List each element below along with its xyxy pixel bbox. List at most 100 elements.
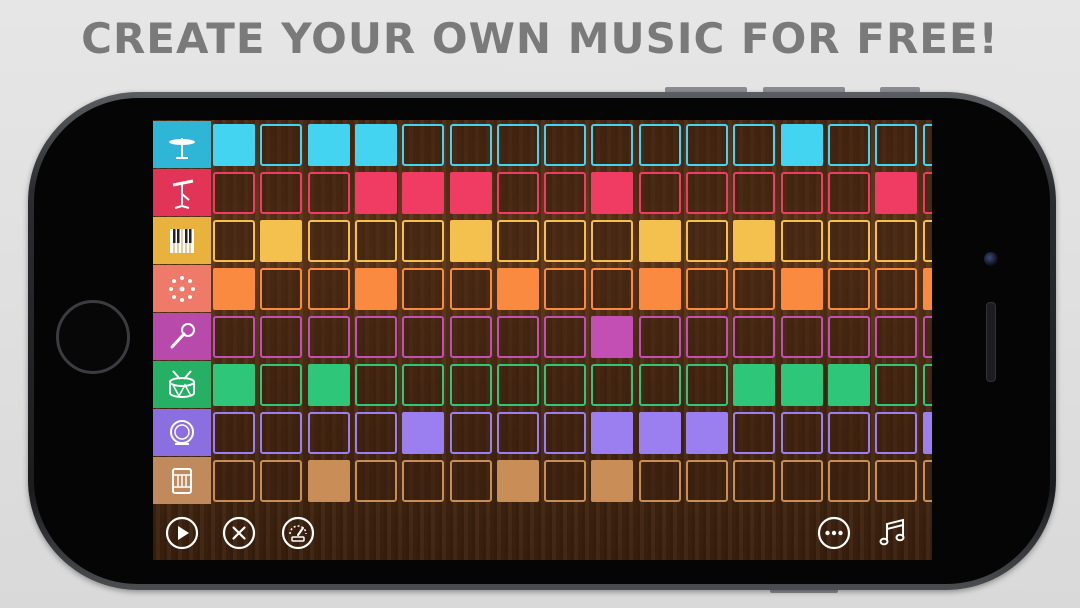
- step-pad[interactable]: [638, 460, 681, 502]
- step-pad[interactable]: [591, 316, 634, 358]
- step-pad[interactable]: [638, 172, 681, 214]
- step-pad[interactable]: [827, 172, 870, 214]
- step-pad[interactable]: [827, 364, 870, 406]
- step-pad[interactable]: [922, 460, 932, 502]
- instrument-tab-synth[interactable]: [153, 265, 211, 312]
- step-pad[interactable]: [922, 412, 932, 454]
- step-pad[interactable]: [402, 412, 445, 454]
- step-pad[interactable]: [686, 460, 728, 502]
- step-pad[interactable]: [354, 316, 397, 358]
- step-pad[interactable]: [260, 172, 303, 214]
- step-pad[interactable]: [544, 412, 587, 454]
- music-library-button[interactable]: [875, 516, 909, 550]
- step-pad[interactable]: [544, 316, 587, 358]
- step-pad[interactable]: [591, 460, 634, 502]
- step-pad[interactable]: [260, 220, 303, 262]
- step-pad[interactable]: [733, 220, 776, 262]
- step-pad[interactable]: [402, 316, 445, 358]
- step-pad[interactable]: [733, 172, 776, 214]
- step-pad[interactable]: [260, 316, 303, 358]
- step-pad[interactable]: [213, 460, 255, 502]
- step-pad[interactable]: [354, 172, 397, 214]
- step-pad[interactable]: [638, 124, 681, 166]
- step-pad[interactable]: [449, 172, 492, 214]
- step-pad[interactable]: [733, 316, 776, 358]
- more-button[interactable]: [817, 516, 851, 550]
- step-pad[interactable]: [686, 268, 728, 310]
- step-pad[interactable]: [875, 124, 918, 166]
- step-pad[interactable]: [544, 364, 587, 406]
- instrument-tab-bass-drum[interactable]: [153, 457, 211, 504]
- step-pad[interactable]: [260, 124, 303, 166]
- step-pad[interactable]: [922, 364, 932, 406]
- step-pad[interactable]: [638, 220, 681, 262]
- step-pad[interactable]: [496, 124, 539, 166]
- step-pad[interactable]: [733, 268, 776, 310]
- step-pad[interactable]: [733, 460, 776, 502]
- step-pad[interactable]: [591, 220, 634, 262]
- step-pad[interactable]: [496, 412, 539, 454]
- step-pad[interactable]: [402, 460, 445, 502]
- step-pad[interactable]: [496, 460, 539, 502]
- step-pad[interactable]: [307, 460, 350, 502]
- step-pad[interactable]: [827, 124, 870, 166]
- step-pad[interactable]: [875, 268, 918, 310]
- step-pad[interactable]: [591, 172, 634, 214]
- step-pad[interactable]: [638, 316, 681, 358]
- step-pad[interactable]: [686, 316, 728, 358]
- step-pad[interactable]: [307, 316, 350, 358]
- step-pad[interactable]: [213, 220, 255, 262]
- step-pad[interactable]: [780, 460, 823, 502]
- step-pad[interactable]: [307, 172, 350, 214]
- step-pad[interactable]: [922, 220, 932, 262]
- step-pad[interactable]: [827, 316, 870, 358]
- step-pad[interactable]: [449, 268, 492, 310]
- step-pad[interactable]: [591, 268, 634, 310]
- step-pad[interactable]: [449, 316, 492, 358]
- step-pad[interactable]: [402, 364, 445, 406]
- step-pad[interactable]: [544, 124, 587, 166]
- step-pad[interactable]: [307, 124, 350, 166]
- step-pad[interactable]: [496, 268, 539, 310]
- step-pad[interactable]: [780, 412, 823, 454]
- step-pad[interactable]: [260, 412, 303, 454]
- step-pad[interactable]: [827, 412, 870, 454]
- step-pad[interactable]: [213, 412, 255, 454]
- step-pad[interactable]: [496, 316, 539, 358]
- step-pad[interactable]: [307, 268, 350, 310]
- step-pad[interactable]: [827, 220, 870, 262]
- step-pad[interactable]: [733, 364, 776, 406]
- instrument-tab-piano[interactable]: [153, 217, 211, 264]
- step-pad[interactable]: [780, 316, 823, 358]
- step-pad[interactable]: [875, 316, 918, 358]
- step-pad[interactable]: [402, 172, 445, 214]
- step-pad[interactable]: [213, 364, 255, 406]
- step-pad[interactable]: [780, 172, 823, 214]
- step-pad[interactable]: [213, 316, 255, 358]
- step-pad[interactable]: [307, 220, 350, 262]
- step-pad[interactable]: [875, 412, 918, 454]
- step-pad[interactable]: [354, 412, 397, 454]
- step-pad[interactable]: [686, 412, 728, 454]
- step-pad[interactable]: [544, 172, 587, 214]
- instrument-tab-tom[interactable]: [153, 409, 211, 456]
- step-pad[interactable]: [827, 268, 870, 310]
- step-pad[interactable]: [922, 268, 932, 310]
- home-button[interactable]: [56, 300, 130, 374]
- step-pad[interactable]: [449, 460, 492, 502]
- clear-button[interactable]: [222, 516, 256, 550]
- step-pad[interactable]: [213, 124, 255, 166]
- step-pad[interactable]: [213, 268, 255, 310]
- instrument-tab-cymbal[interactable]: [153, 121, 211, 168]
- step-pad[interactable]: [686, 124, 728, 166]
- step-pad[interactable]: [875, 220, 918, 262]
- step-pad[interactable]: [591, 124, 634, 166]
- step-pad[interactable]: [449, 412, 492, 454]
- step-pad[interactable]: [260, 364, 303, 406]
- step-pad[interactable]: [354, 268, 397, 310]
- step-pad[interactable]: [544, 220, 587, 262]
- step-pad[interactable]: [213, 172, 255, 214]
- step-pad[interactable]: [875, 172, 918, 214]
- step-pad[interactable]: [402, 220, 445, 262]
- step-pad[interactable]: [922, 124, 932, 166]
